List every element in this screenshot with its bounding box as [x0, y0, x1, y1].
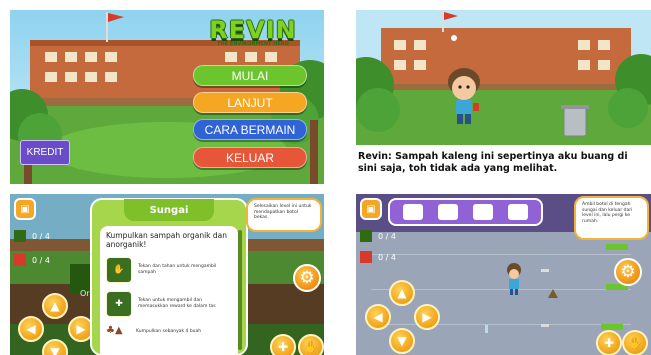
arrow-down-icon: ▼ — [397, 334, 407, 348]
organic-counter: 0 / 4 — [32, 232, 50, 241]
dpad-up-button[interactable]: ▲ — [389, 280, 415, 306]
arrow-left-icon: ◀ — [373, 310, 383, 324]
objective-bubble: Ambil botol di tengah sungai dan keluar … — [574, 196, 649, 240]
inventory-slot[interactable] — [507, 204, 528, 220]
cara-bermain-button[interactable]: CARA BERMAIN — [193, 119, 307, 140]
cutscene-dialog-text: Revin: Sampah kaleng ini sepertinya aku … — [358, 151, 628, 174]
organic-bin-icon — [14, 230, 26, 242]
arrow-left-icon: ◀ — [26, 322, 36, 336]
dpad-right-button[interactable]: ▶ — [414, 304, 440, 330]
tutorial-step: ♣▲ Kumpulkan sebanyak 4 buah — [106, 325, 232, 339]
inorganic-bin-icon — [14, 254, 26, 266]
action-plus-button[interactable]: ✚ — [596, 330, 622, 355]
tutorial-step: ✚ Tekan untuk mengambil dan memasukkan r… — [106, 291, 232, 317]
bag-icon[interactable]: ▣ — [14, 198, 36, 220]
bag-icon[interactable]: ▣ — [360, 198, 382, 220]
inorganic-counter: 0 / 4 — [378, 253, 396, 262]
objective-bubble: Selesaikan level ini untuk mendapatkan b… — [246, 198, 322, 232]
inventory-slot[interactable] — [403, 204, 424, 220]
tutorial-panel: ▣ 0 / 4 0 / 4 Organ ▲ ◀ ▶ ▼ Sungai Kumpu… — [10, 194, 324, 355]
logo-title: REVIN — [209, 16, 297, 44]
mulai-button[interactable]: MULAI — [193, 65, 307, 86]
game-logo: REVIN THE ENVIRONMENT HERO — [198, 16, 308, 47]
dialog-title: Sungai — [124, 199, 214, 221]
arrow-right-icon: ▶ — [422, 310, 432, 324]
inorganic-bin-icon — [360, 251, 372, 263]
level-panel: ▣ 0 / 4 0 / 4 Ambil botol di tengah sung… — [356, 194, 651, 355]
kredit-button[interactable]: KREDIT — [20, 140, 70, 165]
dialog-body: Kumpulkan sampah organik dan anorganik! … — [100, 226, 238, 355]
hand-icon: ✋ — [106, 257, 132, 283]
organic-bin-icon — [360, 230, 372, 242]
step-text: Tekan dan tahan untuk mengambil sampah — [138, 264, 217, 275]
keluar-button[interactable]: KELUAR — [193, 147, 307, 168]
action-plus-button[interactable]: ✚ — [270, 334, 296, 355]
lanjut-button[interactable]: LANJUT — [193, 92, 307, 113]
settings-gear-icon[interactable]: ⚙ — [293, 264, 321, 292]
inorganic-counter: 0 / 4 — [32, 256, 50, 265]
tutorial-dialog: Sungai Kumpulkan sampah organik dan anor… — [90, 198, 248, 355]
grab-hand-button[interactable]: ✋ — [298, 334, 324, 355]
plus-icon: ✚ — [106, 291, 132, 317]
cutscene-panel: Revin: Sampah kaleng ini sepertinya aku … — [356, 10, 651, 184]
settings-gear-icon[interactable]: ⚙ — [614, 258, 642, 286]
dpad-up-button[interactable]: ▲ — [42, 293, 68, 319]
dpad-left-button[interactable]: ◀ — [18, 316, 44, 342]
inventory-bar — [388, 198, 543, 226]
dpad-left-button[interactable]: ◀ — [365, 304, 391, 330]
inventory-slot[interactable] — [438, 204, 459, 220]
grab-hand-button[interactable]: ✋ — [622, 330, 648, 355]
organic-counter: 0 / 4 — [378, 232, 396, 241]
tutorial-step: ✋ Tekan dan tahan untuk mengambil sampah — [106, 257, 232, 283]
step-text: Tekan untuk mengambil dan memasukkan rew… — [138, 298, 216, 309]
arrow-right-icon: ▶ — [76, 322, 86, 336]
dialog-scrollbar[interactable] — [238, 230, 242, 350]
title-screen-panel: REVIN THE ENVIRONMENT HERO MULAI LANJUT … — [10, 10, 324, 184]
step-text: Kumpulkan sebanyak 4 buah — [136, 329, 202, 335]
trash-items-icon: ♣▲ — [106, 325, 123, 336]
hand-icon: ✋ — [303, 340, 319, 354]
hand-icon: ✋ — [627, 336, 643, 350]
plus-icon: ✚ — [603, 336, 615, 350]
dialog-heading: Kumpulkan sampah organik dan anorganik! — [106, 231, 228, 249]
arrow-up-icon: ▲ — [50, 299, 60, 313]
inventory-slot[interactable] — [472, 204, 493, 220]
plus-icon: ✚ — [277, 340, 289, 354]
dpad-down-button[interactable]: ▼ — [389, 328, 415, 354]
arrow-down-icon: ▼ — [50, 345, 60, 355]
arrow-up-icon: ▲ — [397, 286, 407, 300]
